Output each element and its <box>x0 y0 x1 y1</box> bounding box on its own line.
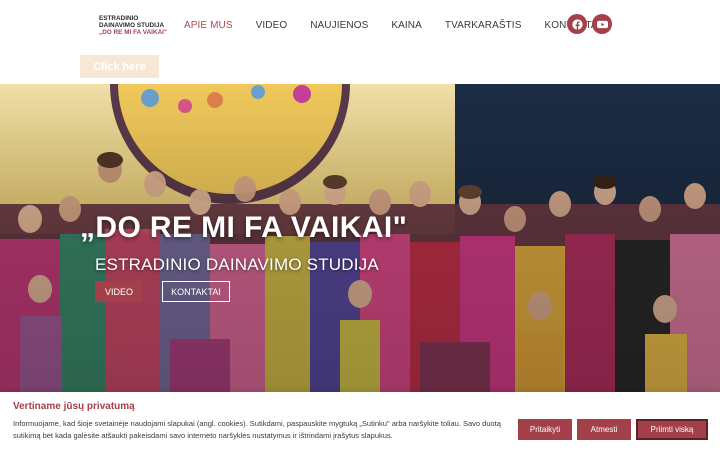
facebook-button[interactable] <box>567 14 587 34</box>
hero-banner: „DO RE MI FA VAIKAI" ESTRADINIO DAINAVIM… <box>0 84 720 392</box>
hero-subtitle: ESTRADINIO DAINAVIMO STUDIJA <box>95 255 379 274</box>
main-navigation: APIE MUS VIDEO NAUJIENOS KAINA TVARKARAŠ… <box>184 17 601 33</box>
cookie-description: Informuojame, kad šioje svetainėje naudo… <box>13 419 501 440</box>
logo-line-2: DAINAVIMO STUDIJA <box>99 22 165 29</box>
nav-item-tvarkarastis[interactable]: TVARKARAŠTIS <box>445 20 522 31</box>
click-here-button[interactable]: Click here <box>80 55 159 78</box>
nav-item-kaina[interactable]: KAINA <box>391 20 422 31</box>
site-logo[interactable]: ESTRADINIO DAINAVIMO STUDIJA „DO RE MI F… <box>99 15 171 36</box>
youtube-button[interactable] <box>592 14 612 34</box>
hero-contact-button[interactable]: KONTAKTAI <box>162 281 230 302</box>
cookie-customize-button[interactable]: Pritaikyti <box>518 419 572 440</box>
site-header: ESTRADINIO DAINAVIMO STUDIJA „DO RE MI F… <box>0 0 720 84</box>
logo-line-1: ESTRADINIO <box>99 15 139 22</box>
cookie-accept-all-button[interactable]: Priimti viską <box>636 419 708 440</box>
nav-item-apie-mus[interactable]: APIE MUS <box>184 20 233 31</box>
youtube-icon <box>596 20 608 28</box>
cookie-reject-button[interactable]: Atmesti <box>577 419 631 440</box>
hero-title: „DO RE MI FA VAIKAI" <box>80 211 408 244</box>
cookie-title: Vertiname jūsų privatumą <box>13 401 135 412</box>
logo-line-3: „DO RE MI FA VAIKAI" <box>99 29 168 36</box>
facebook-icon <box>571 18 583 30</box>
cookie-consent-banner: Vertiname jūsų privatumą Informuojame, k… <box>0 392 720 450</box>
nav-item-video[interactable]: VIDEO <box>256 20 288 31</box>
hero-video-button[interactable]: VIDEO <box>95 281 143 302</box>
nav-item-naujienos[interactable]: NAUJIENOS <box>310 20 368 31</box>
